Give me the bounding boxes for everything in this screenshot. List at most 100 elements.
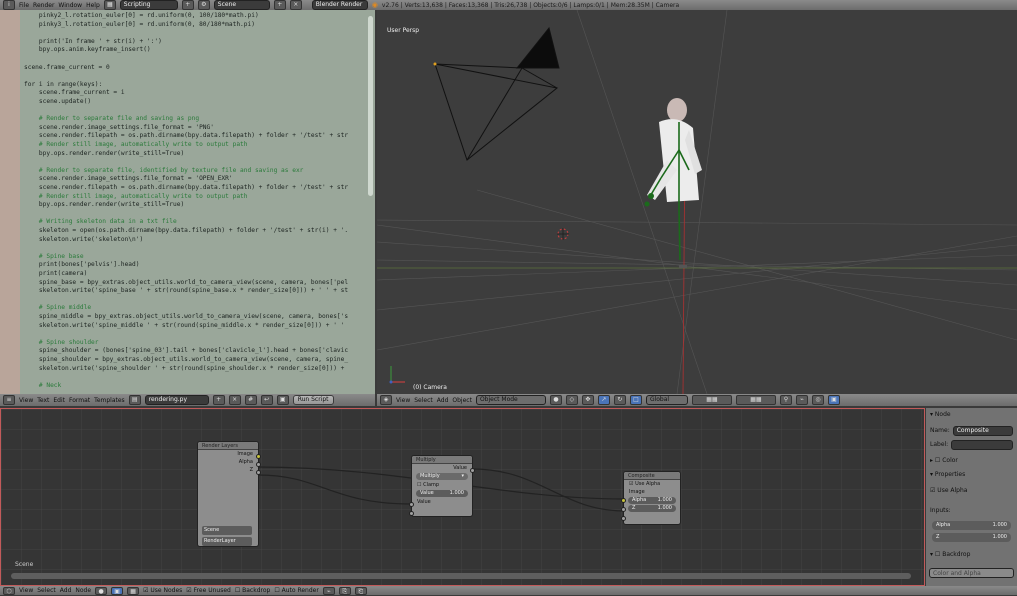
alpha-input-socket[interactable] (621, 507, 626, 512)
code-line[interactable]: # Spine middle (24, 304, 91, 311)
copy-nodes-icon[interactable]: ⎘ (338, 586, 351, 595)
code-line[interactable]: # Spine base (24, 253, 84, 260)
menu-file[interactable]: File (19, 2, 29, 9)
code-line[interactable]: print(camera) (24, 270, 87, 277)
scene-icon[interactable]: ⚙ (197, 0, 210, 10)
color-panel-header[interactable]: ▸ ☐ Color (930, 456, 1013, 466)
texture-nodes-icon[interactable]: ▦ (127, 586, 140, 595)
value-input-socket-2[interactable] (409, 511, 414, 516)
free-unused-toggle[interactable]: ☑ Free Unused (186, 587, 231, 594)
node-editor[interactable]: Render Layers Image Alpha Z Scene Render… (0, 408, 925, 586)
code-line[interactable]: bpy.ops.render.render(write_still=True) (24, 150, 184, 157)
text-menu-text[interactable]: Text (37, 397, 49, 404)
clamp-checkbox[interactable]: ☐ Clamp (412, 481, 472, 489)
snap-node-icon[interactable]: ⌁ (322, 586, 335, 595)
screen-layout-field[interactable]: Scripting (119, 0, 178, 10)
backdrop-toggle[interactable]: ☐ Backdrop (235, 587, 271, 594)
code-line[interactable]: bpy.ops.render.render(write_still=True) (24, 201, 184, 208)
code-line[interactable]: pinky3_l.rotation_euler[0] = rd.uniform(… (24, 21, 255, 28)
image-input-socket[interactable] (621, 498, 626, 503)
text-datablock-icon[interactable]: ▤ (128, 395, 141, 405)
layers2-icon[interactable]: ▦▦ (735, 395, 776, 405)
code-line[interactable]: # Neck (24, 382, 61, 389)
backdrop-panel-header[interactable]: ▾ ☐ Backdrop (930, 550, 1013, 560)
code-line[interactable]: pinky2_l.rotation_euler[0] = rd.uniform(… (24, 12, 259, 19)
syntax-toggle-icon[interactable]: ▣ (276, 395, 289, 405)
scene-selector[interactable]: Scene (202, 526, 252, 535)
node-editor-type-icon[interactable]: ⬡ (3, 586, 15, 595)
name-field[interactable]: Composite (952, 426, 1013, 436)
scale-icon[interactable]: □ (629, 395, 642, 405)
code-line[interactable]: # Writing skeleton data in a txt file (24, 218, 177, 225)
code-line[interactable]: # Render still image, automatically writ… (24, 193, 248, 200)
proportional-edit-icon[interactable]: ◎ (811, 395, 824, 405)
text-editor-scrollbar[interactable] (368, 16, 373, 196)
code-line[interactable]: spine_shoulder = bpy_extras.object_utils… (24, 356, 348, 363)
text-editor-type-icon[interactable]: ≡ (3, 395, 15, 405)
render-engine-field[interactable]: Blender Render (311, 0, 368, 10)
code-line[interactable]: scene.render.image_settings.file_format … (24, 124, 214, 131)
rotate-icon[interactable]: ↻ (613, 395, 626, 405)
scene-add-icon[interactable]: + (273, 0, 286, 10)
object-menu[interactable]: Object (452, 397, 472, 404)
manipulator-icon[interactable]: ✥ (581, 395, 594, 405)
layers-icon[interactable]: ▦▦ (691, 395, 732, 405)
code-line[interactable]: scene.render.image_settings.file_format … (24, 175, 233, 182)
text-menu-templates[interactable]: Templates (94, 397, 125, 404)
node-menu-view[interactable]: View (19, 587, 33, 594)
menu-render[interactable]: Render (33, 2, 54, 9)
code-line[interactable]: scene.render.filepath = os.path.dirname(… (24, 132, 348, 139)
compositing-nodes-icon[interactable]: ▣ (111, 586, 124, 595)
lock-camera-icon[interactable]: ⚲ (779, 395, 792, 405)
camera-object[interactable] (434, 26, 560, 161)
info-editor-type-icon[interactable]: i (3, 0, 15, 10)
props-alpha-slider[interactable]: Alpha 1.000 (932, 521, 1011, 530)
code-line[interactable]: # Render to separate file and saving as … (24, 115, 199, 122)
image-output-socket[interactable] (256, 454, 261, 459)
props-z-slider[interactable]: Z 1.000 (932, 533, 1011, 542)
code-line[interactable]: spine_middle = bpy_extras.object_utils.w… (24, 313, 348, 320)
node-menu-node[interactable]: Node (75, 587, 91, 594)
3d-cursor[interactable] (557, 228, 569, 240)
code-line[interactable]: scene.render.filepath = os.path.dirname(… (24, 184, 348, 191)
snap-icon[interactable]: ⌁ (795, 395, 808, 405)
select-menu[interactable]: Select (414, 397, 433, 404)
paste-nodes-icon[interactable]: ⎗ (354, 586, 367, 595)
code-line[interactable]: skeleton.write('spine_shoulder ' + str(r… (24, 365, 344, 372)
code-line[interactable]: # Spine shoulder (24, 339, 99, 346)
orientation-selector[interactable]: Global (645, 395, 688, 405)
value-input-socket-1[interactable] (409, 502, 414, 507)
composite-node[interactable]: Composite ☑ Use Alpha Image Alpha 1.000 Z… (621, 471, 681, 525)
code-line[interactable]: # Render to separate file, identified by… (24, 167, 304, 174)
node-menu-add[interactable]: Add (60, 587, 72, 594)
multiply-output-socket[interactable] (470, 468, 475, 473)
shader-nodes-icon[interactable]: ● (95, 586, 108, 595)
shading-icon[interactable]: ● (549, 395, 562, 405)
alpha-slider[interactable]: Alpha 1.000 (628, 497, 676, 504)
node-editor-hscrollbar[interactable] (11, 573, 911, 579)
multiply-node[interactable]: Multiply Value Multiply ▾ ☐ Clamp Value 1.… (409, 455, 475, 517)
text-file-field[interactable]: rendering.py (144, 395, 209, 405)
code-line[interactable]: bpy.ops.anim.keyframe_insert() (24, 46, 151, 53)
node-menu-select[interactable]: Select (37, 587, 56, 594)
props-use-alpha-checkbox[interactable]: ☑ Use Alpha (930, 486, 1013, 496)
code-line[interactable]: skeleton.write('spine_middle ' + str(rou… (24, 322, 344, 329)
code-line[interactable]: scene.frame_current = 0 (24, 64, 110, 71)
code-line[interactable]: for i in range(keys): (24, 81, 102, 88)
renderlayer-selector[interactable]: RenderLayer (202, 537, 252, 546)
screen-add-icon[interactable]: + (181, 0, 194, 10)
menu-window[interactable]: Window (58, 2, 82, 9)
mode-selector[interactable]: Object Mode (475, 395, 546, 405)
code-line[interactable]: skeleton.write('spine_base ' + str(round… (24, 287, 348, 294)
line-numbers-toggle-icon[interactable]: # (244, 395, 257, 405)
code-line[interactable]: spine_shoulder = (bones['spine_03'].tail… (24, 347, 348, 354)
code-line[interactable]: print('In frame ' + str(i) + ':') (24, 38, 162, 45)
code-line[interactable]: # Render still image, automatically writ… (24, 141, 248, 148)
operation-selector[interactable]: Multiply ▾ (416, 473, 468, 480)
code-line[interactable]: skeleton.write('skeleton\n') (24, 236, 143, 243)
z-output-socket[interactable] (256, 470, 261, 475)
add-menu[interactable]: Add (437, 397, 449, 404)
code-line[interactable]: spine_base = bpy_extras.object_utils.wor… (24, 279, 348, 286)
text-menu-edit[interactable]: Edit (53, 397, 65, 404)
use-alpha-checkbox[interactable]: ☑ Use Alpha (624, 480, 680, 488)
